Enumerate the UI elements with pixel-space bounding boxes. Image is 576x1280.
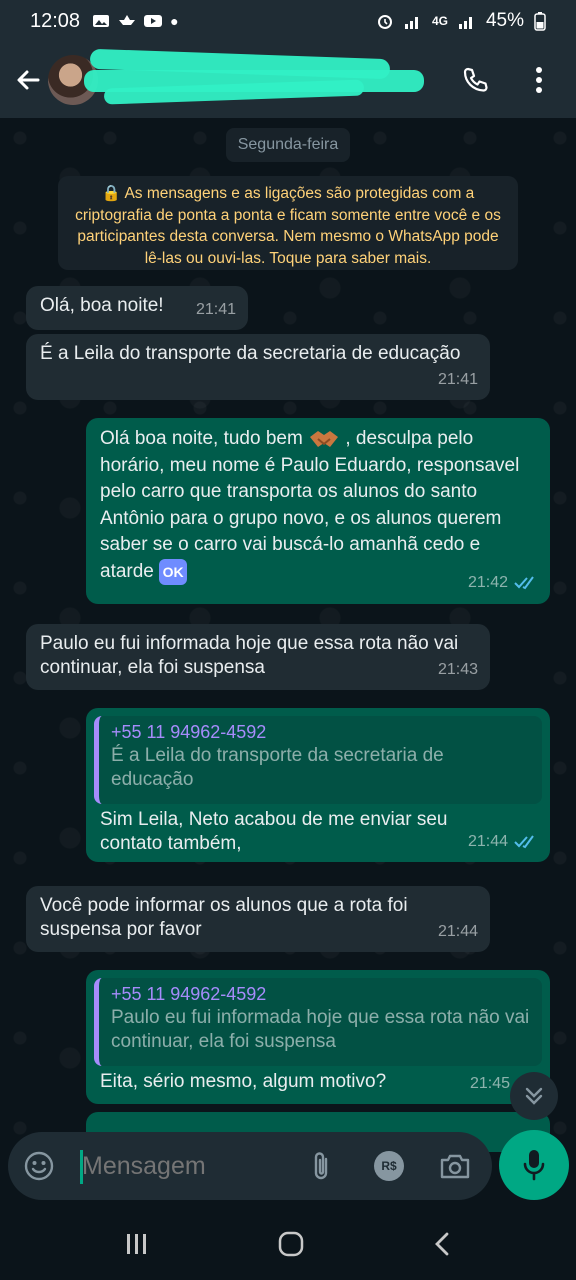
message-time: 21:45 xyxy=(469,1075,510,1092)
ok-emoji-icon: OK xyxy=(159,558,188,585)
camera-button[interactable] xyxy=(438,1149,472,1183)
redacted-contact-name[interactable] xyxy=(84,48,429,105)
payment-icon: R$ xyxy=(374,1151,404,1181)
date-chip: Segunda-feira xyxy=(226,128,350,162)
voice-call-button[interactable] xyxy=(460,65,490,95)
app-notification-icon xyxy=(119,15,136,25)
status-time: 12:08 xyxy=(30,9,81,32)
signal-icon-2 xyxy=(458,17,472,29)
message-text: Olá boa noite, tudo bem xyxy=(100,428,303,449)
emoji-icon xyxy=(24,1151,54,1181)
message-text: Paulo eu fui informada hoje que essa rot… xyxy=(40,633,459,678)
message-text: Sim Leila, Neto acabou de me enviar seu … xyxy=(100,809,448,854)
chat-header xyxy=(0,42,576,118)
network-type: 4G xyxy=(431,14,448,28)
alarm-icon xyxy=(377,15,392,29)
quoted-sender: +55 11 94962-4592 xyxy=(111,722,267,742)
message-text: Olá, boa noite! xyxy=(40,295,164,316)
status-bar: 12:08 ● 4G 45% xyxy=(0,0,576,42)
payment-button[interactable]: R$ xyxy=(372,1149,406,1183)
message-text: Eita, sério mesmo, algum motivo? xyxy=(100,1071,387,1092)
microphone-icon xyxy=(523,1150,545,1181)
quoted-sender: +55 11 94962-4592 xyxy=(111,984,267,1004)
message-text: Você pode informar os alunos que a rota … xyxy=(40,895,408,940)
back-arrow-icon xyxy=(17,70,40,90)
back-button[interactable] xyxy=(6,58,50,102)
message-time: 21:44 xyxy=(467,833,508,850)
quoted-message[interactable]: +55 11 94962-4592 Paulo eu fui informada… xyxy=(94,978,542,1066)
more-vert-icon xyxy=(536,67,542,93)
message-text: É a Leila do transporte da secretaria de… xyxy=(40,343,461,364)
attach-button[interactable] xyxy=(304,1149,338,1183)
message-time: 21:43 xyxy=(437,661,478,678)
quoted-text: Paulo eu fui informada hoje que essa rot… xyxy=(111,1007,530,1052)
phone-icon xyxy=(463,67,488,92)
scroll-to-bottom-button[interactable] xyxy=(510,1072,558,1120)
message-composer: R$ xyxy=(8,1132,492,1200)
message-incoming[interactable]: Olá, boa noite! 21:41 xyxy=(26,286,248,330)
message-time: 21:41 xyxy=(437,371,478,388)
recent-apps-icon[interactable] xyxy=(124,1232,150,1256)
system-navigation-bar xyxy=(0,1208,576,1280)
home-icon[interactable] xyxy=(278,1231,304,1257)
battery-percent: 45% xyxy=(485,10,524,31)
message-outgoing-reply[interactable]: +55 11 94962-4592 É a Leila do transport… xyxy=(86,708,550,862)
message-outgoing[interactable]: Olá boa noite, tudo bem , desculpa pelo … xyxy=(86,418,550,604)
paperclip-icon xyxy=(314,1152,328,1180)
quoted-message[interactable]: +55 11 94962-4592 É a Leila do transport… xyxy=(94,716,542,804)
message-outgoing-reply[interactable]: +55 11 94962-4592 Paulo eu fui informada… xyxy=(86,970,550,1104)
dot-icon: ● xyxy=(170,13,179,29)
more-options-button[interactable] xyxy=(524,65,554,95)
read-receipt-icon xyxy=(514,576,534,590)
camera-icon xyxy=(440,1154,470,1179)
back-nav-icon[interactable] xyxy=(432,1231,452,1257)
voice-message-button[interactable] xyxy=(499,1130,569,1200)
message-incoming[interactable]: Paulo eu fui informada hoje que essa rot… xyxy=(26,624,490,690)
encryption-notice[interactable]: 🔒 As mensagens e as ligações são protegi… xyxy=(58,176,518,270)
double-chevron-down-icon xyxy=(525,1087,543,1105)
quoted-text: É a Leila do transporte da secretaria de… xyxy=(111,745,444,790)
read-receipt-icon xyxy=(514,835,534,849)
emoji-button[interactable] xyxy=(22,1149,56,1183)
message-incoming[interactable]: É a Leila do transporte da secretaria de… xyxy=(26,334,490,400)
gallery-icon xyxy=(93,15,110,27)
message-incoming[interactable]: Você pode informar os alunos que a rota … xyxy=(26,886,490,952)
message-time: 21:41 xyxy=(195,301,236,318)
signal-icon xyxy=(404,17,418,29)
battery-icon xyxy=(534,12,546,31)
message-time: 21:44 xyxy=(437,923,478,940)
youtube-icon xyxy=(144,15,163,27)
handshake-emoji-icon xyxy=(310,430,339,447)
message-input[interactable] xyxy=(82,1132,302,1200)
message-time: 21:42 xyxy=(467,573,508,591)
chat-area[interactable]: Segunda-feira 🔒 As mensagens e as ligaçõ… xyxy=(0,118,576,1208)
